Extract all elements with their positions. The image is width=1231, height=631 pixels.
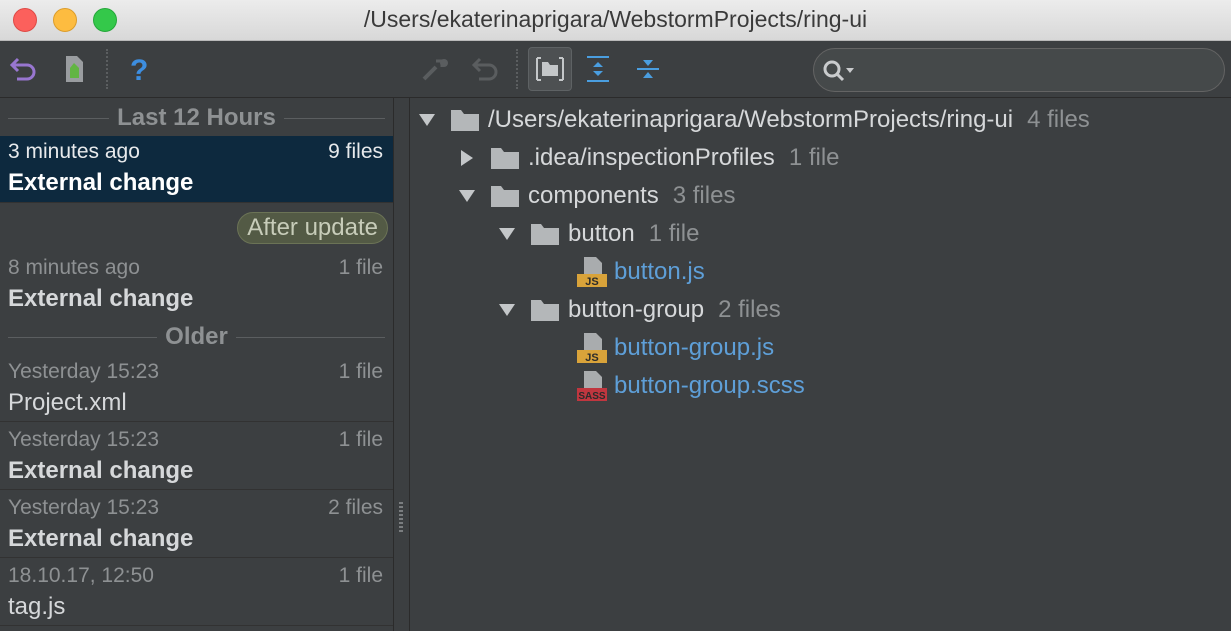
entry-file-count: 1 file xyxy=(338,428,383,451)
group-header-recent: Last 12 Hours xyxy=(0,101,393,135)
svg-text:?: ? xyxy=(130,54,148,84)
group-header-older: Older xyxy=(0,320,393,354)
entry-file-count: 2 files xyxy=(328,496,383,519)
search-icon xyxy=(823,60,854,82)
entry-time: 3 minutes ago xyxy=(8,140,140,163)
tree-node-file[interactable]: JS button.js xyxy=(576,254,705,290)
entry-time: 18.10.17, 12:50 xyxy=(8,564,154,587)
window-title: /Users/ekaterinaprigara/WebstormProjects… xyxy=(363,6,868,32)
svg-text:JS: JS xyxy=(585,352,598,364)
entry-file-count: 1 file xyxy=(338,360,383,383)
title-bar: /Users/ekaterinaprigara/WebstormProjects… xyxy=(0,0,1231,41)
history-entry[interactable]: 18.10.17, 12:50 1 file tag.js xyxy=(0,560,393,626)
history-entry[interactable]: Yesterday 15:23 2 files External change xyxy=(0,492,393,558)
after-update-row: After update xyxy=(0,210,393,246)
node-label: .idea/inspectionProfiles xyxy=(528,144,775,171)
help-icon[interactable]: ? xyxy=(120,51,156,87)
history-entry[interactable]: 8 minutes ago 1 file External change xyxy=(0,252,393,316)
node-label: button-group xyxy=(568,296,705,323)
pane-splitter[interactable] xyxy=(393,98,410,631)
entry-label: tag.js xyxy=(8,593,66,620)
group-header-label: Older xyxy=(165,323,228,350)
folder-icon xyxy=(451,110,479,131)
sass-file-icon: SASS xyxy=(577,371,607,402)
tree-node-idea[interactable]: .idea/inspectionProfiles 1 file xyxy=(456,140,840,176)
changes-tree: /Users/ekaterinaprigara/WebstormProjects… xyxy=(410,98,1231,631)
revert-icon[interactable] xyxy=(418,51,454,87)
patch-icon[interactable] xyxy=(56,51,92,87)
toolbar: ? xyxy=(0,41,1231,98)
group-by-directory-icon[interactable] xyxy=(528,47,572,91)
expanded-arrow-icon[interactable] xyxy=(496,223,518,245)
tree-node-root[interactable]: /Users/ekaterinaprigara/WebstormProjects… xyxy=(416,102,1090,138)
history-entry[interactable]: Yesterday 15:23 1 file External change xyxy=(0,424,393,490)
entry-time: Yesterday 15:23 xyxy=(8,496,160,519)
svg-text:SASS: SASS xyxy=(578,391,606,402)
expanded-arrow-icon[interactable] xyxy=(416,109,438,131)
tree-node-file[interactable]: JS button-group.js xyxy=(576,330,774,366)
local-history-window: /Users/ekaterinaprigara/WebstormProjects… xyxy=(0,0,1231,631)
node-file-count: 1 file xyxy=(788,144,840,171)
entry-time: Yesterday 15:23 xyxy=(8,360,160,383)
collapsed-arrow-icon[interactable] xyxy=(456,147,478,169)
history-entry[interactable]: 3 minutes ago 9 files External change xyxy=(0,136,393,203)
node-file-count: 2 files xyxy=(718,296,781,323)
folder-icon xyxy=(531,300,559,321)
expanded-arrow-icon[interactable] xyxy=(496,299,518,321)
node-file-count: 4 files xyxy=(1027,106,1090,133)
entry-label: Project.xml xyxy=(8,389,127,416)
file-name: button-group.scss xyxy=(614,372,805,399)
after-update-badge: After update xyxy=(237,212,388,244)
javascript-file-icon: JS xyxy=(577,257,607,288)
collapse-all-icon[interactable] xyxy=(630,51,666,87)
node-label: button xyxy=(568,220,635,247)
entry-file-count: 9 files xyxy=(328,140,383,163)
entry-label: External change xyxy=(8,525,194,552)
node-file-count: 3 files xyxy=(672,182,736,209)
expand-all-icon[interactable] xyxy=(580,51,616,87)
tree-node-components[interactable]: components 3 files xyxy=(456,178,735,214)
toolbar-separator xyxy=(106,49,108,89)
group-header-label: Last 12 Hours xyxy=(117,104,276,131)
entry-time: Yesterday 15:23 xyxy=(8,428,160,451)
entry-file-count: 1 file xyxy=(338,256,383,279)
entry-time: 8 minutes ago xyxy=(8,256,140,279)
tree-node-button[interactable]: button 1 file xyxy=(496,216,699,252)
node-label: /Users/ekaterinaprigara/WebstormProjects… xyxy=(488,106,1014,133)
node-label: components xyxy=(528,182,659,209)
history-entry[interactable]: Yesterday 15:23 1 file Project.xml xyxy=(0,356,393,422)
history-list: Last 12 Hours 3 minutes ago 9 files Exte… xyxy=(0,98,393,631)
undo-icon[interactable] xyxy=(6,51,42,87)
entry-label: External change xyxy=(8,457,194,484)
tree-node-file[interactable]: SASS button-group.scss xyxy=(576,368,805,404)
undo-disabled-icon[interactable] xyxy=(468,51,504,87)
folder-icon xyxy=(491,148,519,169)
svg-text:JS: JS xyxy=(585,276,598,288)
toolbar-separator xyxy=(516,49,518,89)
entry-file-count: 1 file xyxy=(338,564,383,587)
folder-icon xyxy=(491,186,519,207)
folder-icon xyxy=(531,224,559,245)
javascript-file-icon: JS xyxy=(577,333,607,364)
search-input[interactable] xyxy=(813,48,1225,92)
tree-node-button-group[interactable]: button-group 2 files xyxy=(496,292,781,328)
entry-label: External change xyxy=(8,169,194,196)
file-name: button.js xyxy=(614,258,705,285)
node-file-count: 1 file xyxy=(648,220,700,247)
splitter-grip-icon[interactable] xyxy=(399,502,403,532)
expanded-arrow-icon[interactable] xyxy=(456,185,478,207)
entry-label: External change xyxy=(8,285,194,312)
file-name: button-group.js xyxy=(614,334,775,361)
